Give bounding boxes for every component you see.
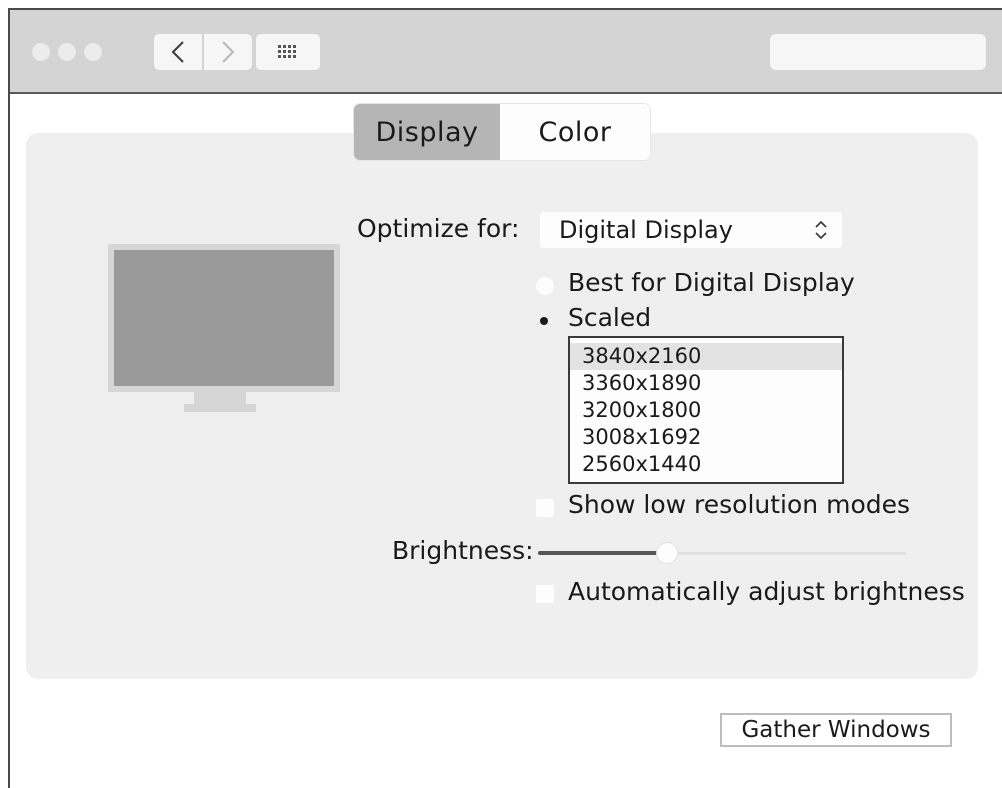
- show-all-button[interactable]: [256, 34, 320, 70]
- resolution-item[interactable]: 2560x1440: [570, 451, 842, 478]
- auto-brightness-label: Automatically adjust brightness: [568, 577, 965, 606]
- radio-scaled[interactable]: [540, 317, 548, 325]
- forward-button[interactable]: [202, 34, 252, 70]
- back-forward-group: [154, 34, 252, 70]
- minimize-window-button[interactable]: [58, 43, 76, 61]
- auto-brightness-checkbox[interactable]: [536, 585, 554, 603]
- resolution-item[interactable]: 3840x2160: [570, 343, 842, 370]
- tab-display[interactable]: Display: [354, 104, 500, 160]
- resolution-item[interactable]: 3200x1800: [570, 397, 842, 424]
- monitor-icon: [108, 244, 340, 392]
- radio-best-for-display[interactable]: [536, 277, 554, 295]
- chevron-left-icon: [171, 41, 184, 63]
- chevron-right-icon: [222, 41, 235, 63]
- up-down-chevron-icon: [815, 220, 827, 240]
- title-bar: [10, 10, 1002, 94]
- resolution-list[interactable]: 3840x2160 3360x1890 3200x1800 3008x1692 …: [568, 336, 844, 484]
- brightness-slider-fill: [538, 551, 667, 555]
- best-for-display-label: Best for Digital Display: [568, 268, 855, 297]
- optimize-for-select[interactable]: Digital Display: [540, 212, 842, 248]
- tab-bar: Display Color: [354, 104, 650, 160]
- zoom-window-button[interactable]: [84, 43, 102, 61]
- gather-windows-button[interactable]: Gather Windows: [720, 713, 952, 747]
- tab-color[interactable]: Color: [500, 104, 650, 160]
- optimize-for-value: Digital Display: [559, 216, 733, 244]
- back-button[interactable]: [154, 34, 202, 70]
- grid-icon: [278, 45, 296, 58]
- resolution-item[interactable]: 3360x1890: [570, 370, 842, 397]
- show-low-res-checkbox[interactable]: [536, 499, 554, 517]
- scaled-label: Scaled: [568, 303, 652, 332]
- brightness-label: Brightness:: [392, 536, 534, 565]
- search-field[interactable]: [770, 34, 986, 70]
- resolution-item[interactable]: 3008x1692: [570, 424, 842, 451]
- brightness-slider-track[interactable]: [666, 552, 906, 555]
- show-low-res-label: Show low resolution modes: [568, 490, 911, 519]
- optimize-for-label: Optimize for:: [357, 214, 520, 243]
- monitor-stand-base: [184, 404, 256, 412]
- close-window-button[interactable]: [32, 43, 50, 61]
- brightness-slider-knob[interactable]: [656, 543, 677, 563]
